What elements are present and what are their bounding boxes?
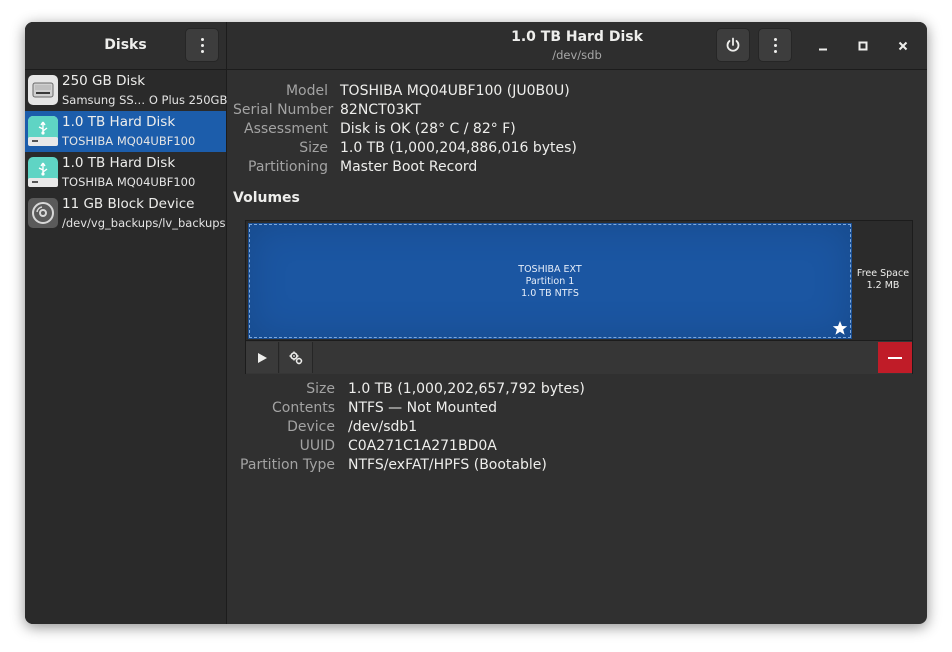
sidebar-header: Disks bbox=[25, 22, 226, 70]
info-label: Assessment bbox=[244, 121, 328, 137]
gears-icon bbox=[289, 351, 303, 364]
disk-model: TOSHIBA MQ04UBF100 bbox=[62, 175, 196, 189]
info-label: Serial Number bbox=[233, 102, 334, 118]
info-label: Partitioning bbox=[248, 159, 328, 175]
info-label: Partition Type bbox=[240, 457, 335, 473]
disk-name: 11 GB Block Device bbox=[62, 196, 195, 212]
minimize-button[interactable] bbox=[811, 34, 835, 58]
info-label: Device bbox=[287, 419, 335, 435]
info-value: Master Boot Record bbox=[340, 159, 478, 175]
disk-item-1tb-selected[interactable]: 1.0 TB Hard Disk TOSHIBA MQ04UBF100 bbox=[25, 111, 226, 152]
app-menu-button[interactable] bbox=[185, 28, 219, 62]
sidebar: Disks 250 GB Disk Samsung SS… O Plus 250… bbox=[25, 22, 227, 624]
delete-partition-button[interactable] bbox=[878, 342, 912, 373]
info-value: /dev/sdb1 bbox=[348, 419, 418, 435]
minimize-icon bbox=[819, 48, 827, 51]
disk-item-250gb[interactable]: 250 GB Disk Samsung SS… O Plus 250GB bbox=[25, 70, 228, 111]
usb-drive-icon bbox=[28, 116, 58, 146]
info-value: 82NCT03KT bbox=[340, 102, 422, 118]
info-value: C0A271C1A271BD0A bbox=[348, 438, 497, 454]
info-label: Contents bbox=[272, 400, 335, 416]
info-value: TOSHIBA MQ04UBF100 (JU0B0U) bbox=[340, 83, 570, 99]
disks-window: Disks 250 GB Disk Samsung SS… O Plus 250… bbox=[25, 22, 927, 624]
usb-drive-icon bbox=[28, 157, 58, 187]
free-space-size: 1.2 MB bbox=[866, 280, 900, 291]
disk-model: TOSHIBA MQ04UBF100 bbox=[62, 134, 196, 148]
power-off-button[interactable] bbox=[716, 28, 750, 62]
partition-label: TOSHIBA EXT Partition 1 1.0 TB NTFS bbox=[248, 264, 852, 300]
free-space-title: Free Space bbox=[856, 268, 910, 279]
partition-block[interactable]: TOSHIBA EXT Partition 1 1.0 TB NTFS bbox=[248, 223, 852, 339]
disk-model: /dev/vg_backups/lv_backups bbox=[62, 216, 226, 230]
volume-map: TOSHIBA EXT Partition 1 1.0 TB NTFS Free… bbox=[245, 220, 913, 374]
block-device-icon bbox=[28, 198, 58, 228]
ssd-icon bbox=[28, 75, 58, 105]
disk-name: 250 GB Disk bbox=[62, 73, 146, 89]
disk-name: 1.0 TB Hard Disk bbox=[62, 114, 176, 130]
drive-menu-button[interactable] bbox=[758, 28, 792, 62]
info-label: UUID bbox=[299, 438, 335, 454]
close-button[interactable] bbox=[891, 34, 915, 58]
info-value: NTFS — Not Mounted bbox=[348, 400, 497, 416]
info-value: 1.0 TB (1,000,202,657,792 bytes) bbox=[348, 381, 585, 397]
minus-icon bbox=[888, 356, 902, 359]
info-label: Size bbox=[306, 381, 335, 397]
play-icon bbox=[258, 352, 267, 363]
info-label: Size bbox=[299, 140, 328, 156]
info-value: Disk is OK (28° C / 82° F) bbox=[340, 121, 516, 137]
maximize-icon bbox=[858, 41, 868, 51]
disk-item-block-device[interactable]: 11 GB Block Device /dev/vg_backups/lv_ba… bbox=[25, 193, 226, 234]
main-header: 1.0 TB Hard Disk /dev/sdb bbox=[227, 22, 927, 70]
mount-button[interactable] bbox=[246, 342, 279, 373]
maximize-button[interactable] bbox=[851, 34, 875, 58]
volumes-heading: Volumes bbox=[233, 190, 300, 206]
power-icon bbox=[726, 37, 740, 52]
free-space-block[interactable]: Free Space 1.2 MB bbox=[854, 221, 912, 339]
partition-options-button[interactable] bbox=[280, 342, 313, 373]
disk-name: 1.0 TB Hard Disk bbox=[62, 155, 176, 171]
info-value: NTFS/exFAT/HPFS (Bootable) bbox=[348, 457, 547, 473]
partition-name: TOSHIBA EXT bbox=[518, 264, 582, 275]
info-value: 1.0 TB (1,000,204,886,016 bytes) bbox=[340, 140, 577, 156]
disk-model: Samsung SS… O Plus 250GB bbox=[62, 93, 228, 107]
free-space-label: Free Space 1.2 MB bbox=[854, 268, 912, 292]
info-label: Model bbox=[285, 83, 328, 99]
volume-toolbar bbox=[246, 340, 912, 374]
partition-number: Partition 1 bbox=[525, 276, 575, 287]
disk-item-1tb[interactable]: 1.0 TB Hard Disk TOSHIBA MQ04UBF100 bbox=[25, 152, 226, 193]
kebab-menu-icon bbox=[773, 37, 777, 53]
partition-size-type: 1.0 TB NTFS bbox=[521, 288, 579, 299]
star-icon bbox=[832, 321, 848, 335]
close-icon bbox=[898, 41, 908, 51]
kebab-menu-icon bbox=[200, 37, 204, 53]
